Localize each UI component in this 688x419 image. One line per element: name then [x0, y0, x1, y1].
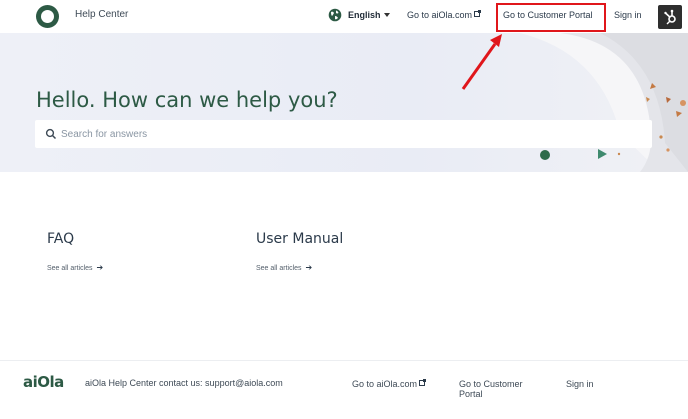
footer-sign-in-link[interactable]: Sign in [566, 379, 594, 389]
hero-heading: Hello. How can we help you? [36, 88, 338, 112]
hero-banner: Hello. How can we help you? [0, 33, 688, 172]
language-selector[interactable]: English [348, 10, 381, 20]
category-faq-title[interactable]: FAQ [47, 231, 74, 247]
external-link-icon [474, 10, 482, 17]
faq-see-all-link[interactable]: See all articles ➔ [47, 263, 103, 272]
footer-logo[interactable]: aiOla [23, 373, 64, 391]
chevron-down-icon[interactable] [384, 13, 390, 17]
globe-icon[interactable] [328, 8, 342, 22]
footer-divider [0, 360, 688, 361]
sign-in-link[interactable]: Sign in [614, 10, 642, 20]
help-center-title[interactable]: Help Center [75, 9, 128, 20]
footer-go-to-aiola-label[interactable]: Go to aiOla.com [352, 379, 417, 389]
arrow-right-icon: ➔ [305, 263, 313, 272]
go-to-customer-portal-link[interactable]: Go to Customer Portal [503, 10, 593, 20]
search-input[interactable] [61, 126, 641, 142]
search-bar[interactable] [35, 120, 652, 148]
aiola-logo-icon[interactable] [36, 5, 59, 28]
top-header: Help Center English Go to aiOla.com Go t… [0, 0, 688, 33]
go-to-aiola-label[interactable]: Go to aiOla.com [407, 10, 472, 20]
footer-go-to-aiola-link[interactable]: Go to aiOla.com [352, 379, 427, 389]
arrow-right-icon: ➔ [96, 263, 104, 272]
hubspot-icon [664, 9, 676, 25]
faq-see-all-label[interactable]: See all articles [47, 265, 93, 272]
footer-customer-portal-link[interactable]: Go to Customer Portal [459, 379, 539, 399]
category-user-manual-title[interactable]: User Manual [256, 231, 343, 247]
footer-contact-text: aiOla Help Center contact us: support@ai… [85, 378, 283, 388]
user-manual-see-all-label[interactable]: See all articles [256, 265, 302, 272]
go-to-aiola-link[interactable]: Go to aiOla.com [407, 10, 482, 20]
user-manual-see-all-link[interactable]: See all articles ➔ [256, 263, 312, 272]
external-link-icon [419, 379, 427, 386]
hubspot-button[interactable] [658, 5, 682, 29]
search-icon [45, 128, 57, 140]
